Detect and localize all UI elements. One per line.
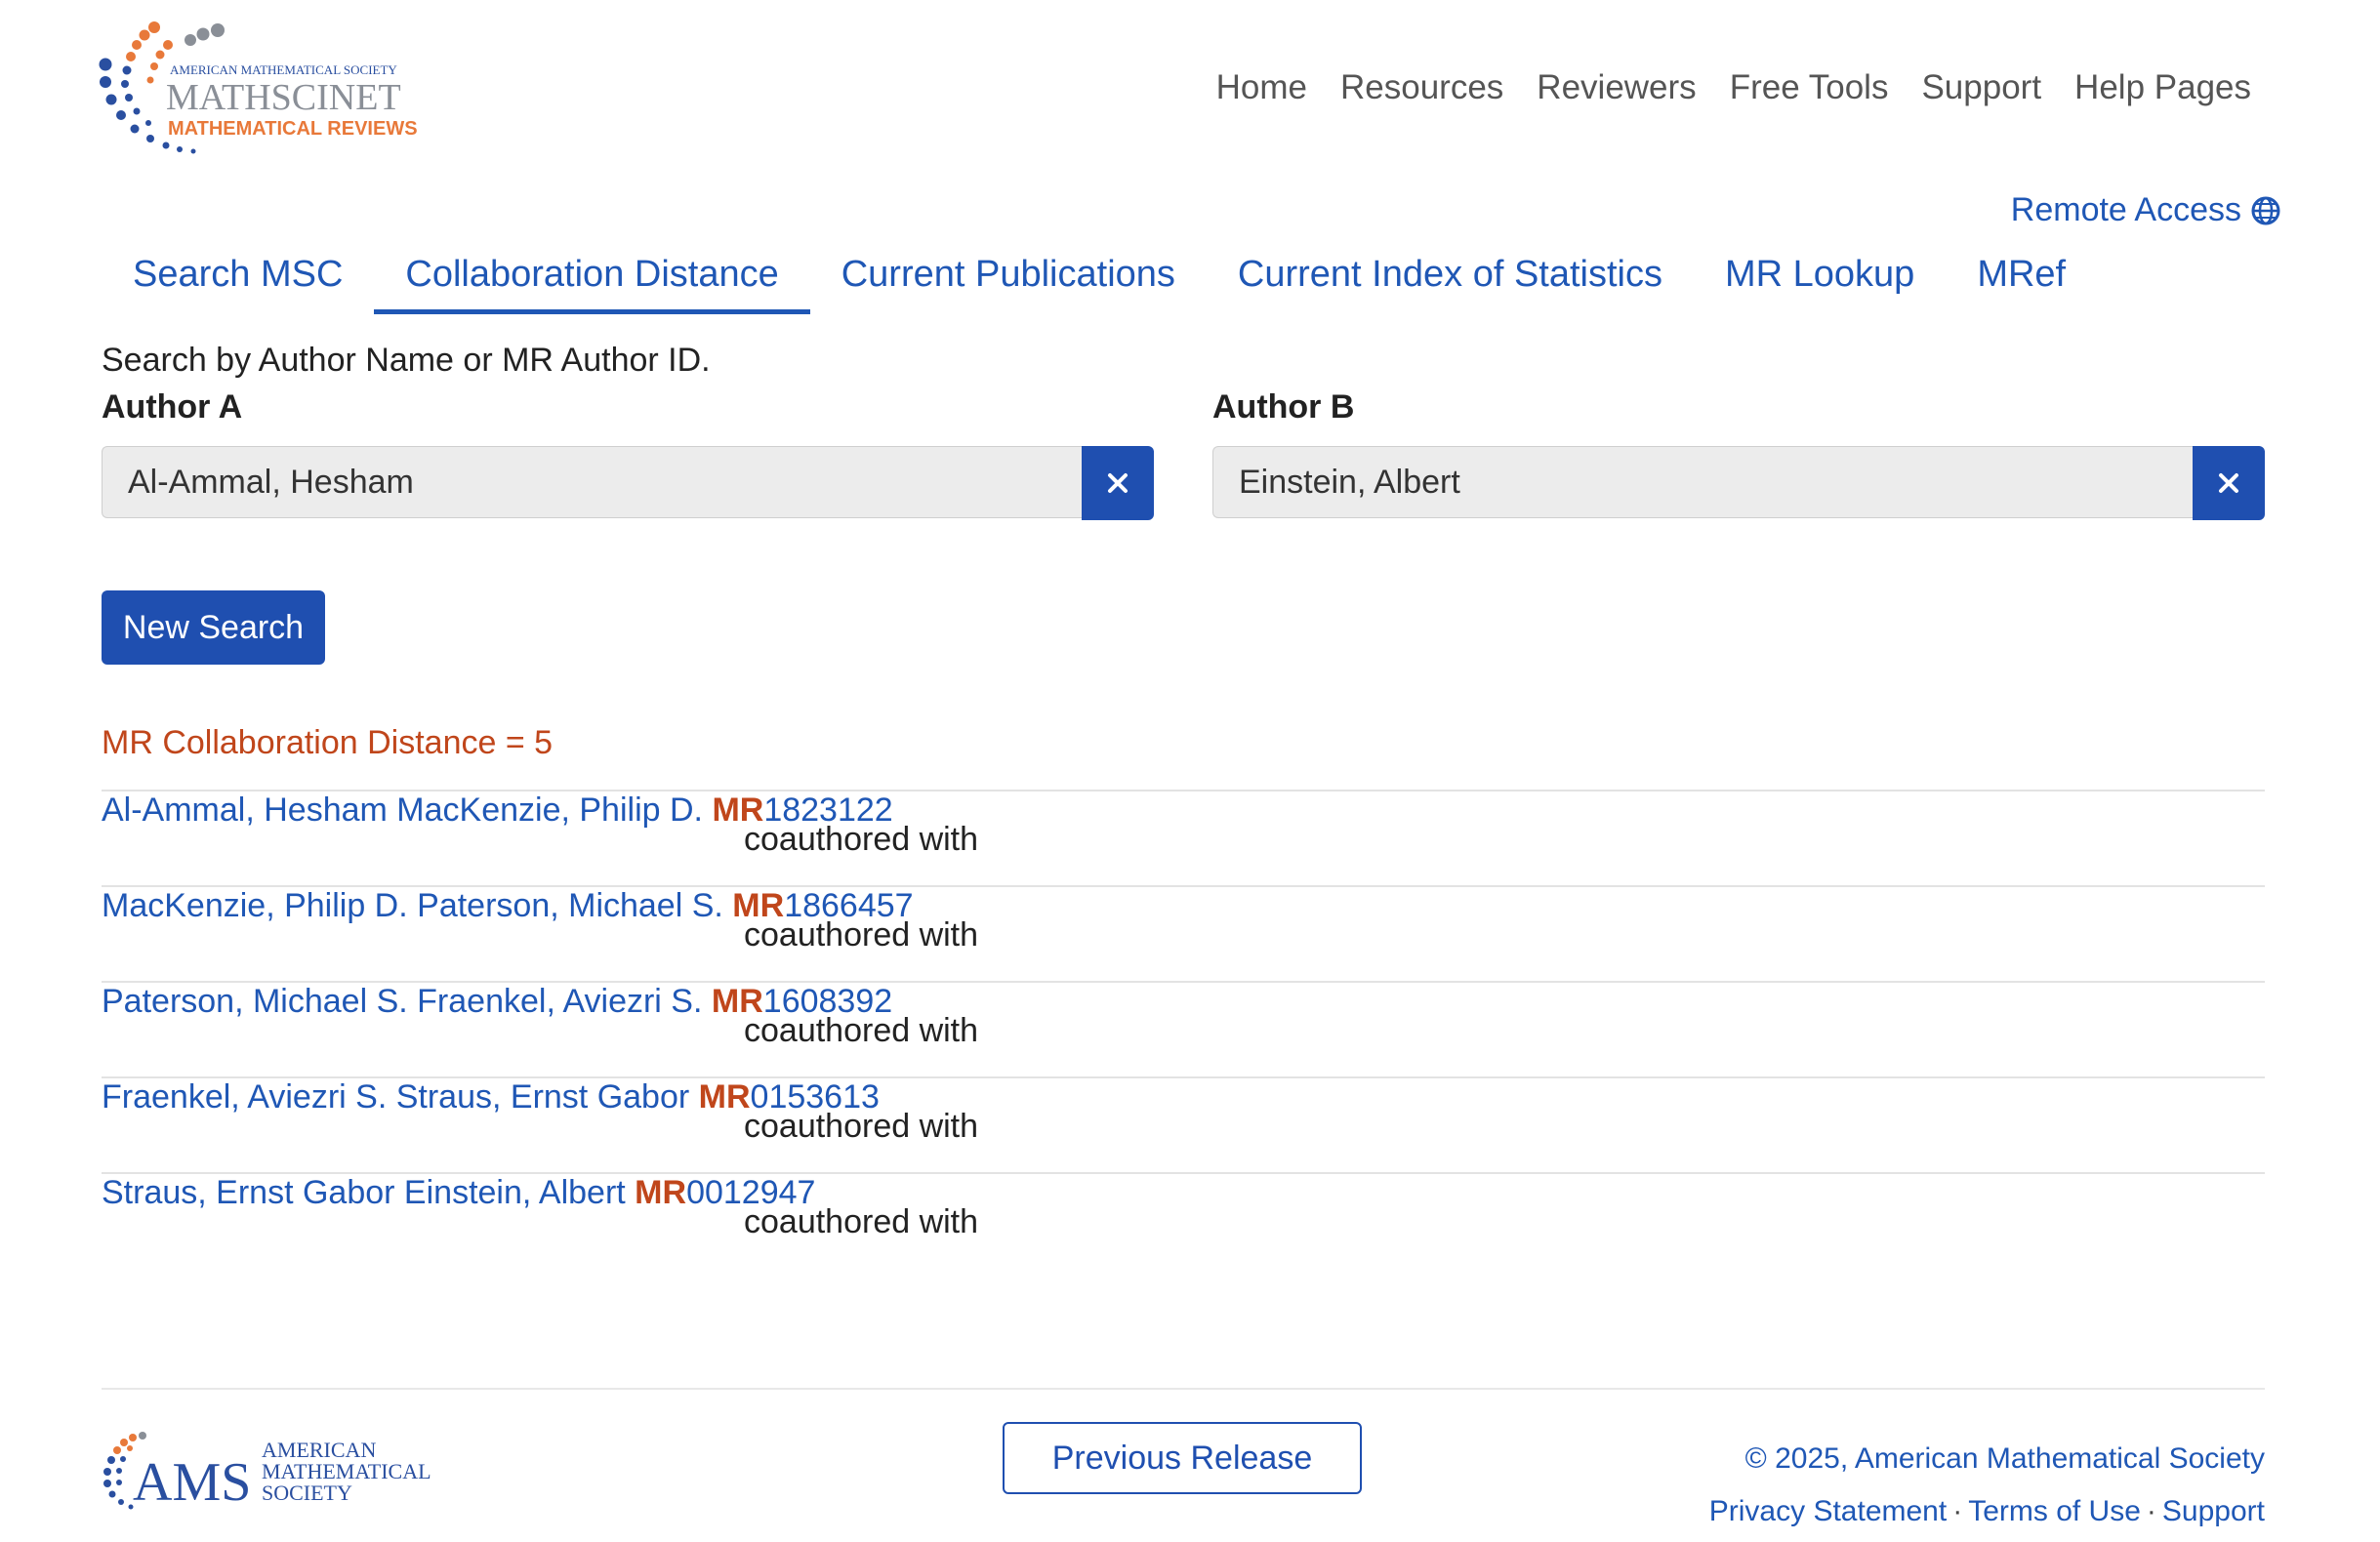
privacy-statement-link[interactable]: Privacy Statement: [1709, 1495, 1947, 1527]
author-link[interactable]: Fraenkel, Aviezri S.: [102, 1078, 387, 1116]
tab-search-msc[interactable]: Search MSC: [102, 248, 374, 314]
author-link[interactable]: Al-Ammal, Hesham: [102, 791, 388, 829]
logo-line1: AMERICAN MATHEMATICAL SOCIETY: [170, 62, 397, 77]
author-link[interactable]: Fraenkel, Aviezri S.: [417, 983, 702, 1020]
tab-current-publications[interactable]: Current Publications: [810, 248, 1207, 314]
search-hint: Search by Author Name or MR Author ID.: [102, 342, 711, 379]
table-row: MacKenzie, Philip D. coauthored with Pat…: [102, 887, 2265, 983]
collaboration-distance-result: MR Collaboration Distance = 5: [102, 724, 554, 761]
relation-text: coauthored with: [744, 1012, 979, 1049]
author-link[interactable]: Paterson, Michael S.: [102, 983, 408, 1020]
author-b-field: Einstein, Albert: [1212, 446, 2265, 520]
previous-release-button[interactable]: Previous Release: [1003, 1422, 1362, 1494]
author-a-input[interactable]: Al-Ammal, Hesham: [102, 446, 1082, 518]
tab-current-index-of-statistics[interactable]: Current Index of Statistics: [1207, 248, 1694, 314]
copyright-text: © 2025, American Mathematical Society: [1744, 1442, 2265, 1475]
nav-help-pages[interactable]: Help Pages: [2074, 68, 2251, 107]
collaboration-path-table: Al-Ammal, Hesham coauthored with MacKenz…: [102, 790, 2265, 1268]
table-row: Fraenkel, Aviezri S. coauthored with Str…: [102, 1078, 2265, 1174]
nav-reviewers[interactable]: Reviewers: [1537, 68, 1696, 107]
relation-text: coauthored with: [744, 1203, 979, 1240]
author-link[interactable]: Straus, Ernst Gabor: [396, 1078, 689, 1116]
table-row: Paterson, Michael S. coauthored with Fra…: [102, 983, 2265, 1078]
author-b-input[interactable]: Einstein, Albert: [1212, 446, 2193, 518]
relation-text: coauthored with: [744, 1108, 979, 1145]
nav-support[interactable]: Support: [1921, 68, 2041, 107]
author-a-clear-button[interactable]: [1082, 446, 1154, 520]
globe-icon: [2251, 196, 2280, 225]
tab-collaboration-distance[interactable]: Collaboration Distance: [374, 248, 810, 314]
author-link[interactable]: MacKenzie, Philip D.: [102, 887, 408, 924]
relation-text: coauthored with: [744, 916, 979, 954]
mathscinet-logo[interactable]: AMERICAN MATHEMATICAL SOCIETY MATHSCINET…: [98, 21, 430, 168]
author-a-label: Author A: [102, 388, 243, 426]
author-a-field: Al-Ammal, Hesham: [102, 446, 1154, 520]
top-nav: Home Resources Reviewers Free Tools Supp…: [1216, 68, 2251, 107]
author-link[interactable]: Paterson, Michael S.: [417, 887, 723, 924]
mr-prefix: MR: [635, 1174, 687, 1211]
mr-prefix: MR: [698, 1078, 751, 1116]
logo-line2: MATHSCINET: [166, 77, 401, 118]
tool-tabs: Search MSC Collaboration Distance Curren…: [102, 248, 2097, 314]
table-row: Straus, Ernst Gabor coauthored with Eins…: [102, 1174, 2265, 1268]
close-icon: [2219, 473, 2238, 493]
author-link[interactable]: Einstein, Albert: [404, 1174, 626, 1211]
author-link[interactable]: Straus, Ernst Gabor: [102, 1174, 394, 1211]
nav-resources[interactable]: Resources: [1340, 68, 1503, 107]
nav-home[interactable]: Home: [1216, 68, 1307, 107]
author-b-label: Author B: [1212, 388, 1355, 426]
footer-separator: ·: [1952, 1495, 1963, 1527]
ams-logo[interactable]: AMS AMERICAN MATHEMATICAL SOCIETY: [98, 1430, 449, 1522]
footer-links: Privacy Statement · Terms of Use · Support: [1709, 1495, 2265, 1528]
close-icon: [1108, 473, 1128, 493]
footer-support-link[interactable]: Support: [2162, 1495, 2265, 1527]
footer-separator: ·: [2146, 1495, 2156, 1527]
tab-mref[interactable]: MRef: [1946, 248, 2097, 314]
logo-line3: MATHEMATICAL REVIEWS: [168, 118, 418, 140]
tab-mr-lookup[interactable]: MR Lookup: [1694, 248, 1946, 314]
footer-divider: [102, 1388, 2265, 1390]
ams-logo-letters: AMS: [133, 1452, 251, 1513]
relation-text: coauthored with: [744, 821, 979, 858]
remote-access-link[interactable]: Remote Access: [2011, 191, 2280, 229]
remote-access-label: Remote Access: [2010, 191, 2241, 228]
new-search-button[interactable]: New Search: [102, 590, 325, 665]
terms-of-use-link[interactable]: Terms of Use: [1968, 1495, 2141, 1527]
author-link[interactable]: MacKenzie, Philip D.: [396, 791, 703, 829]
author-b-clear-button[interactable]: [2193, 446, 2265, 520]
ams-logo-line3: SOCIETY: [262, 1481, 352, 1505]
nav-free-tools[interactable]: Free Tools: [1730, 68, 1889, 107]
table-row: Al-Ammal, Hesham coauthored with MacKenz…: [102, 791, 2265, 887]
